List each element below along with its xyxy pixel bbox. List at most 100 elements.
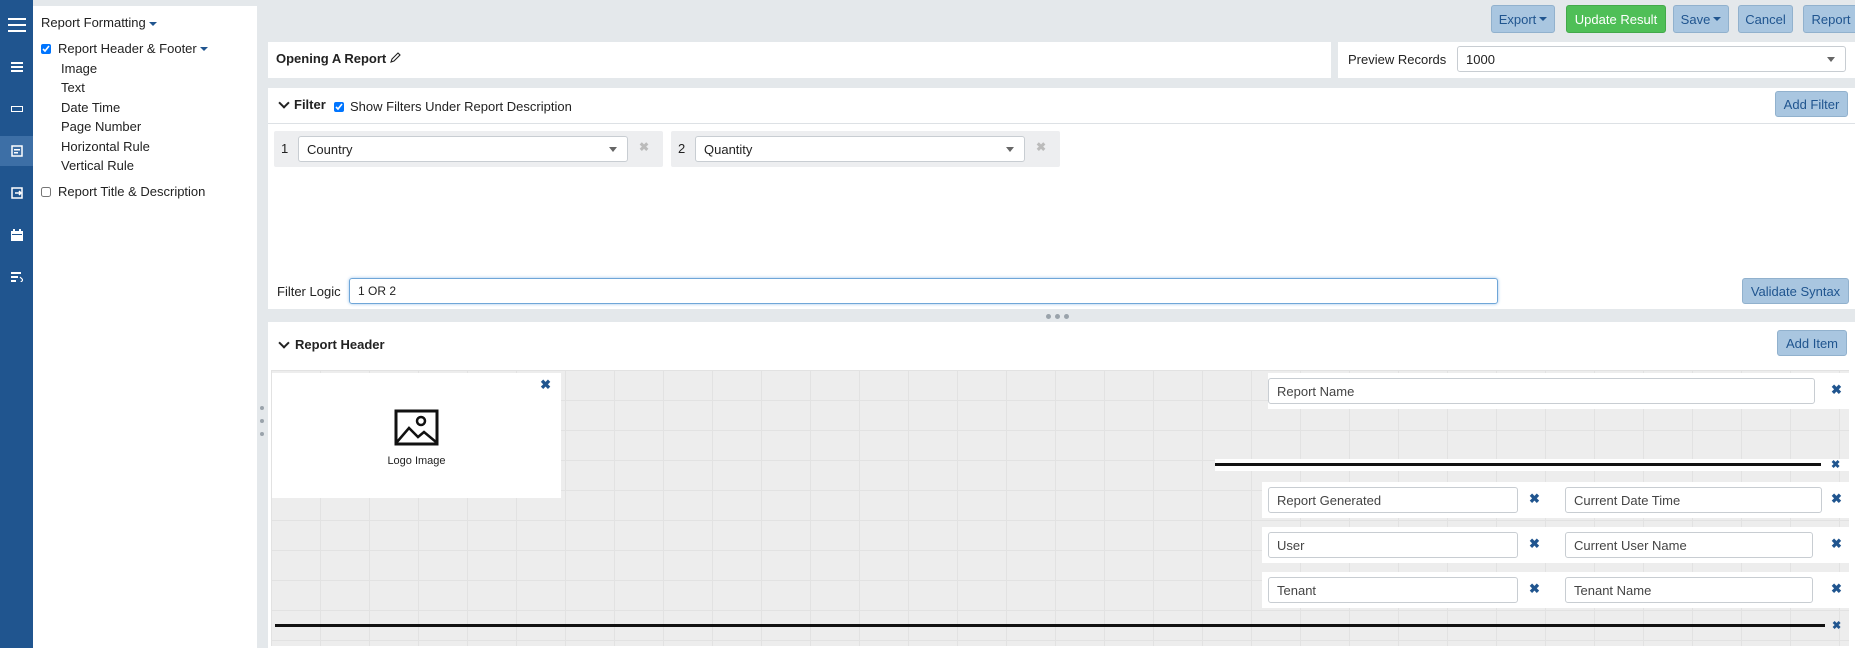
horizontal-splitter-handle[interactable] [1046,314,1069,319]
validate-syntax-button[interactable]: Validate Syntax [1742,278,1849,304]
save-label: Save [1680,11,1711,27]
logo-caption: Logo Image [387,455,446,467]
validate-syntax-label: Validate Syntax [1750,283,1841,299]
save-button[interactable]: Save [1673,5,1729,33]
filter-number: 2 [678,141,686,156]
filter-number: 1 [281,141,289,156]
icon-rail [0,0,33,648]
show-filters-option[interactable]: Show Filters Under Report Description [334,99,572,114]
horizontal-rule [1215,463,1821,466]
preview-records-panel: Preview Records 1000 [1338,42,1855,78]
title-description-option[interactable]: Report Title & Description [41,184,205,199]
formatting-dropdown[interactable]: Report Formatting [41,15,157,30]
filter-toggle[interactable]: Filter [278,96,326,112]
cancel-button[interactable]: Cancel [1738,5,1793,33]
add-item-button[interactable]: Add Item [1777,330,1847,356]
report-name-value: Report Name [1277,383,1355,399]
report-name-field[interactable]: Report Name [1268,378,1815,404]
remove-filter-icon[interactable]: ✖ [639,140,649,154]
remove-filter-icon[interactable]: ✖ [1036,140,1046,154]
row-value-field[interactable]: Current User Name [1565,532,1813,558]
header-row: User ✖ Current User Name ✖ [1262,527,1849,563]
pencil-icon[interactable] [390,51,402,66]
filter-logic-label: Filter Logic [277,284,341,299]
preview-records-select[interactable]: 1000 [1457,46,1846,72]
format-item-horizontal-rule[interactable]: Horizontal Rule [61,139,150,154]
row-value-field[interactable]: Tenant Name [1565,577,1813,603]
filter-heading: Filter [294,97,326,112]
filter-field-value: Country [307,141,353,157]
add-item-label: Add Item [1785,335,1839,351]
row-value: Tenant Name [1574,582,1652,598]
list-icon[interactable] [0,52,33,82]
close-icon[interactable]: ✖ [1831,382,1842,398]
chevron-down-icon [609,147,617,152]
close-icon[interactable]: ✖ [1831,458,1840,471]
formatting-panel: Report Formatting Report Header & Footer… [33,6,257,648]
export-icon[interactable] [0,178,33,208]
report-header-heading: Report Header [295,337,385,352]
menu-icon[interactable] [0,10,33,40]
row-label-field[interactable]: Tenant [1268,577,1518,603]
filter-logic-panel: Filter Logic 1 OR 2 Validate Syntax [268,273,1855,309]
filter-field-select[interactable]: Quantity [695,136,1025,162]
close-icon[interactable]: ✖ [1832,619,1841,632]
calendar-icon[interactable] [0,220,33,250]
chevron-down-icon [1006,147,1014,152]
close-icon[interactable]: ✖ [1529,491,1540,507]
format-item-text[interactable]: Text [61,80,85,95]
header-row: Report Generated ✖ Current Date Time ✖ [1262,482,1849,518]
header-footer-label: Report Header & Footer [58,41,197,56]
vertical-splitter-handle[interactable] [259,406,265,436]
header-row: Tenant ✖ Tenant Name ✖ [1262,572,1849,608]
export-button[interactable]: Export [1491,5,1555,33]
close-icon[interactable]: ✖ [1529,536,1540,552]
preview-records-value: 1000 [1466,51,1495,67]
minus-icon[interactable] [0,94,33,124]
report-label: Report [1811,11,1851,27]
report-icon[interactable] [0,136,33,166]
show-filters-checkbox[interactable] [334,101,344,112]
row-value-field[interactable]: Current Date Time [1565,487,1822,513]
add-filter-button[interactable]: Add Filter [1775,91,1848,117]
format-item-page-number[interactable]: Page Number [61,119,141,134]
format-item-date-time[interactable]: Date Time [61,100,120,115]
formatting-title: Report Formatting [41,15,146,30]
logo-image-item[interactable]: ✖ Logo Image [272,373,561,498]
caret-down-icon [1539,17,1548,21]
filter-field-select[interactable]: Country [298,136,628,162]
header-footer-option[interactable]: Report Header & Footer [41,41,208,56]
close-icon[interactable]: ✖ [540,377,551,393]
close-icon[interactable]: ✖ [1831,536,1842,552]
close-icon[interactable]: ✖ [1529,581,1540,597]
filter-logic-value: 1 OR 2 [358,284,397,298]
title-description-checkbox[interactable] [41,186,51,197]
format-item-vertical-rule[interactable]: Vertical Rule [61,158,134,173]
row-label: User [1277,537,1305,553]
sort-list-icon[interactable] [0,262,33,292]
row-label: Report Generated [1277,492,1382,508]
header-footer-checkbox[interactable] [41,43,51,54]
filter-logic-input[interactable]: 1 OR 2 [349,278,1498,304]
report-name-item: Report Name ✖ [1268,373,1849,409]
row-label-field[interactable]: Report Generated [1268,487,1518,513]
horizontal-rule [275,624,1825,627]
report-button[interactable]: Report [1803,5,1855,33]
report-header-toggle[interactable]: Report Header [278,336,385,352]
update-result-label: Update Result [1574,11,1658,27]
row-value: Current User Name [1574,537,1687,553]
image-icon [394,409,439,449]
close-icon[interactable]: ✖ [1831,581,1842,597]
caret-down-icon [199,46,208,51]
horizontal-rule-item[interactable]: ✖ [271,616,1849,642]
format-item-image[interactable]: Image [61,61,97,76]
chevron-down-icon [278,96,290,109]
caret-down-icon [1713,17,1722,21]
export-label: Export [1498,11,1537,27]
filter-field-value: Quantity [704,141,753,157]
update-result-button[interactable]: Update Result [1566,5,1666,33]
horizontal-rule-item[interactable]: ✖ [1215,459,1849,471]
row-label-field[interactable]: User [1268,532,1518,558]
close-icon[interactable]: ✖ [1831,491,1842,507]
filter-item: 1 Country ✖ [274,131,663,167]
